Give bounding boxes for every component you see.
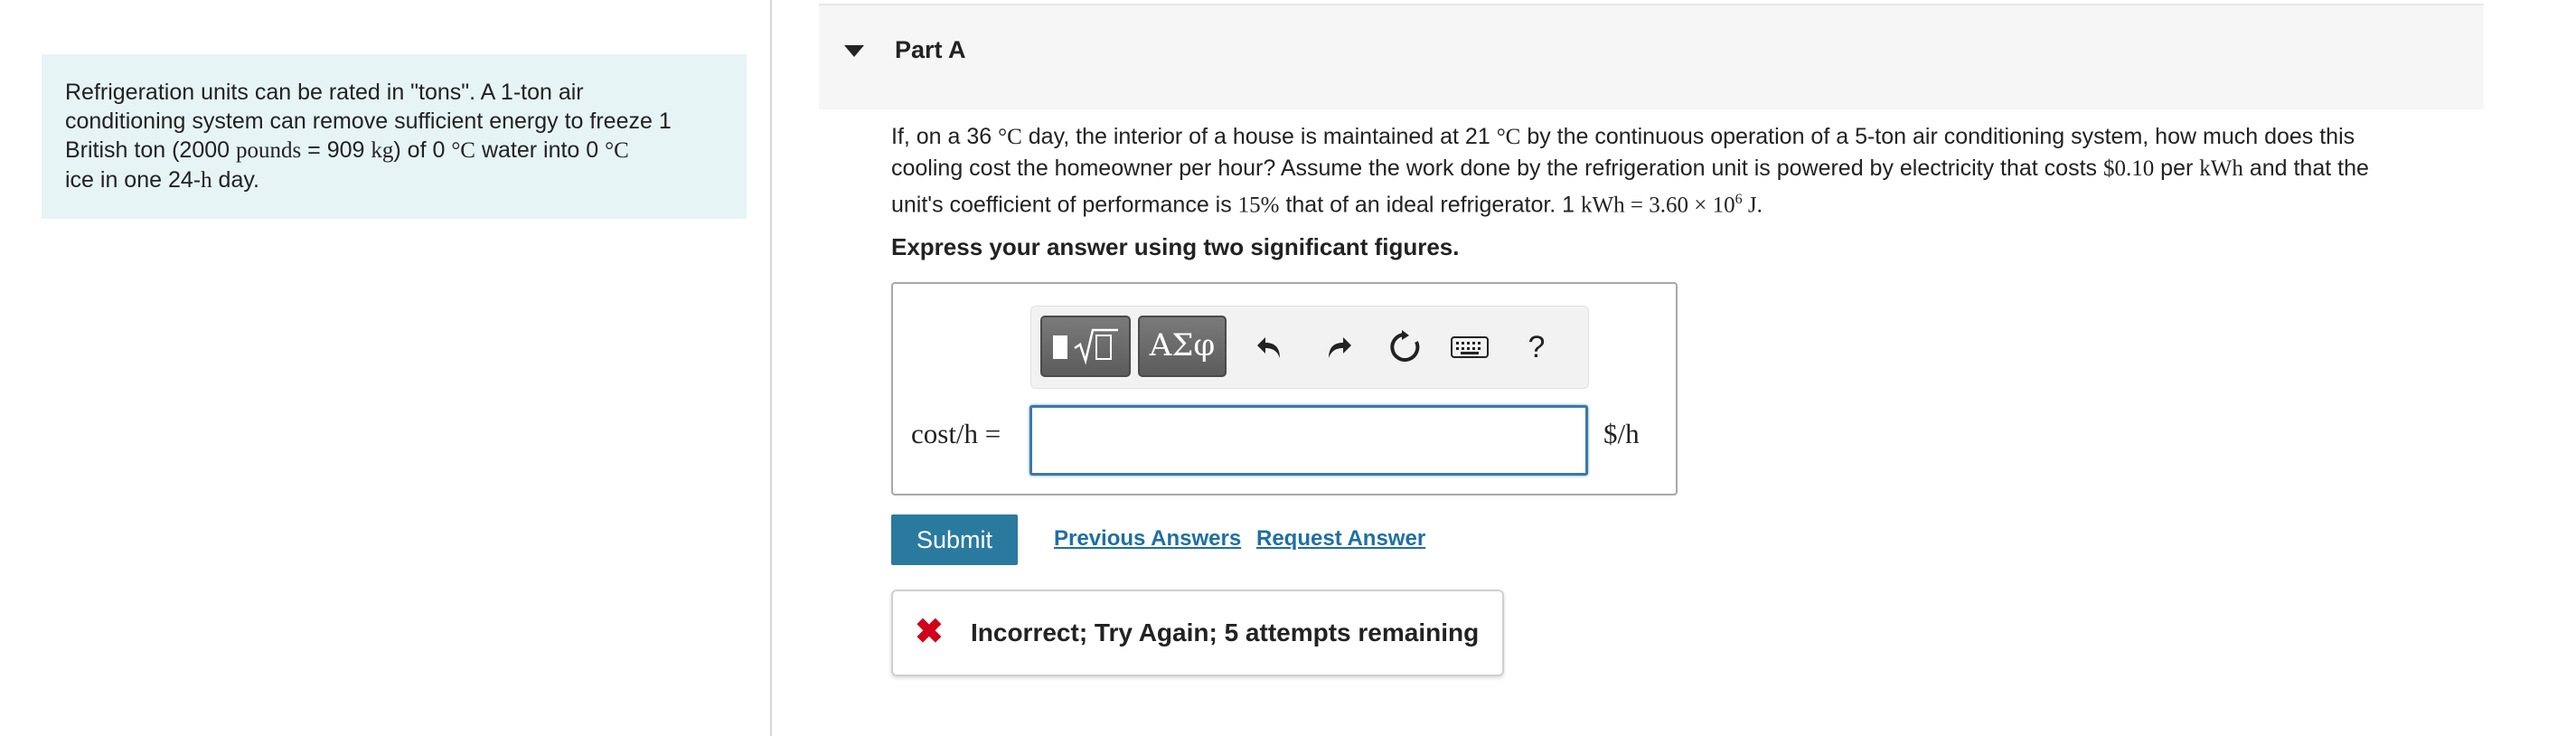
collapse-caret-icon[interactable] [844, 45, 864, 57]
unit-celsius: °C [451, 138, 475, 163]
unit-celsius: °C [1496, 125, 1521, 149]
undo-icon[interactable] [1248, 325, 1293, 370]
keyboard-icon[interactable] [1447, 325, 1492, 370]
previous-answers-link[interactable]: Previous Answers [1054, 526, 1241, 552]
question-text-part: per [2154, 156, 2200, 181]
greek-letters-button[interactable]: ΑΣφ [1138, 316, 1227, 377]
math-toolbar: ΑΣφ ? [1030, 306, 1589, 389]
answer-box: ΑΣφ ? cost/h = $/h [891, 282, 1678, 495]
unit-kg: kg [371, 138, 394, 163]
problem-intro-pane: Refrigeration units can be rated in "ton… [0, 0, 772, 736]
answer-variable-label: cost/h = [911, 418, 1001, 449]
unit-celsius: °C [998, 125, 1022, 149]
unit-joule: J. [1742, 193, 1763, 218]
question-text-part: by the continuous operation of a 5-ton a… [1520, 124, 2355, 149]
unit-celsius: °C [605, 138, 629, 163]
intro-text: British ton (2000 [65, 137, 236, 163]
intro-line-3: British ton (2000 pounds = 909 kg) of 0 … [65, 136, 723, 165]
redo-icon[interactable] [1315, 325, 1360, 370]
question-line-3: unit's coefficient of performance is 15%… [891, 184, 2482, 221]
part-a-header[interactable]: Part A [819, 4, 2484, 109]
question-text-part: and that the [2242, 156, 2369, 181]
answer-unit-label: $/h [1603, 418, 1640, 449]
reset-icon[interactable] [1382, 325, 1427, 370]
part-title: Part A [895, 36, 966, 63]
templates-button[interactable] [1040, 316, 1131, 377]
question-line-1: If, on a 36 °C day, the interior of a ho… [891, 121, 2482, 153]
question-text-part: that of an ideal refrigerator. 1 [1279, 192, 1582, 218]
answer-input[interactable] [1029, 405, 1588, 476]
unit-kwh: kWh [2199, 156, 2243, 181]
conversion-value: = 3.60 × 10 [1624, 193, 1735, 218]
question-text-part: day, the interior of a house is maintain… [1021, 124, 1497, 149]
intro-text: day. [212, 167, 259, 193]
intro-text: ) of 0 [393, 137, 452, 163]
feedback-box: ✖ Incorrect; Try Again; 5 attempts remai… [891, 590, 1504, 676]
unit-hour: h [201, 168, 212, 193]
question-text-part: cooling cost the homeowner per hour? Ass… [891, 156, 2103, 181]
exponent: 6 [1735, 192, 1743, 207]
intro-text: water into 0 [475, 137, 606, 163]
question-text-part: unit's coefficient of performance is [891, 192, 1238, 218]
intro-line-2: conditioning system can remove sufficien… [65, 109, 672, 134]
error-x-icon: ✖ [915, 613, 944, 651]
question-text-part: If, on a 36 [891, 124, 999, 149]
question-line-2: cooling cost the homeowner per hour? Ass… [891, 153, 2482, 184]
intro-text: = 909 [301, 137, 371, 163]
price-value: $0.10 [2102, 156, 2155, 181]
answer-instruction: Express your answer using two significan… [891, 233, 1460, 260]
unit-kwh: kWh [1581, 193, 1625, 218]
intro-text: ice in one 24- [65, 167, 202, 193]
intro-line-1: Refrigeration units can be rated in "ton… [65, 80, 584, 105]
feedback-message: Incorrect; Try Again; 5 attempts remaini… [971, 618, 1480, 646]
templates-icon [1053, 328, 1118, 365]
submit-button[interactable]: Submit [891, 514, 1018, 565]
request-answer-link[interactable]: Request Answer [1256, 526, 1425, 552]
problem-intro-box: Refrigeration units can be rated in "ton… [42, 54, 747, 219]
question-text: If, on a 36 °C day, the interior of a ho… [891, 121, 2482, 221]
unit-pounds: pounds [236, 138, 302, 163]
percent-value: 15% [1237, 193, 1280, 218]
help-icon[interactable]: ? [1514, 325, 1559, 370]
intro-line-4: ice in one 24-h day. [65, 165, 723, 195]
